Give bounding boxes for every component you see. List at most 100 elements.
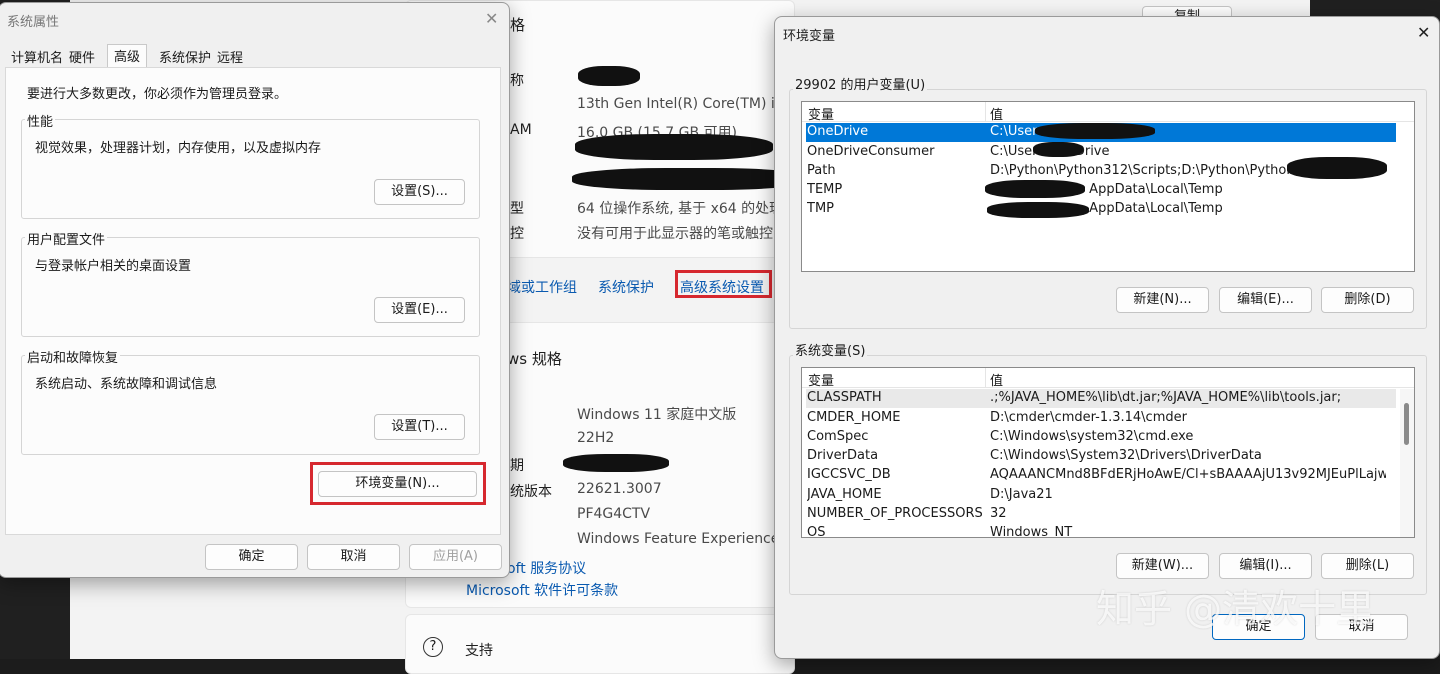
column-header-value[interactable]: 值 xyxy=(990,370,1003,389)
var-name: NUMBER_OF_PROCESSORS xyxy=(807,506,983,521)
column-separator xyxy=(985,368,986,388)
link-service-agreement[interactable]: oft 服务协议 xyxy=(507,558,586,578)
startup-recovery-desc: 系统启动、系统故障和调试信息 xyxy=(35,377,218,392)
user-profiles-desc: 与登录帐户相关的桌面设置 xyxy=(35,259,192,274)
user-var-row-temp[interactable]: TEMP AppData\Local\Temp xyxy=(806,181,1396,200)
startup-recovery-group xyxy=(21,355,480,455)
startup-recovery-settings-button[interactable]: 设置(T)... xyxy=(374,414,465,440)
var-name: DriverData xyxy=(807,448,879,463)
system-properties-window: 系统属性 ✕ 计算机名 硬件 高级 系统保护 远程 要进行大多数更改，你必须作为… xyxy=(0,2,510,578)
admin-note: 要进行大多数更改，你必须作为管理员登录。 xyxy=(27,87,288,102)
column-header-variable[interactable]: 变量 xyxy=(808,104,834,123)
var-name: IGCCSVC_DB xyxy=(807,467,891,482)
var-value: .;%JAVA_HOME%\lib\dt.jar;%JAVA_HOME%\lib… xyxy=(990,390,1342,405)
support-title: 支持 xyxy=(465,643,493,659)
sys-var-row-classpath[interactable]: CLASSPATH .;%JAVA_HOME%\lib\dt.jar;%JAVA… xyxy=(806,389,1396,408)
spec-value-processor: 13th Gen Intel(R) Core(TM) i9-13 xyxy=(577,96,807,112)
win-value-version: 22H2 xyxy=(577,430,615,446)
window-title: 环境变量 xyxy=(783,29,836,44)
spec-label-ram: AM xyxy=(510,122,532,138)
window-title: 系统属性 xyxy=(7,15,60,30)
var-name: JAVA_HOME xyxy=(807,487,882,502)
windows-specs-title: ws 规格 xyxy=(507,350,562,368)
var-name: CMDER_HOME xyxy=(807,410,901,425)
spec-value-pen-touch: 没有可用于此显示器的笔或触控 xyxy=(577,226,773,242)
system-variables-group-label: 系统变量(S) xyxy=(793,340,868,359)
system-variables-list[interactable]: 变量 值 CLASSPATH .;%JAVA_HOME%\lib\dt.jar;… xyxy=(801,367,1415,538)
var-value: D:\cmder\cmder-1.3.14\cmder xyxy=(990,410,1187,425)
sys-var-row-driverdata[interactable]: DriverData C:\Windows\System32\Drivers\D… xyxy=(806,447,1396,466)
system-delete-button[interactable]: 删除(L) xyxy=(1321,553,1414,579)
cancel-button[interactable]: 取消 xyxy=(307,544,400,570)
performance-settings-button[interactable]: 设置(S)... xyxy=(374,179,465,205)
sys-var-row-cmder-home[interactable]: CMDER_HOME D:\cmder\cmder-1.3.14\cmder xyxy=(806,409,1396,428)
highlight-advanced-settings xyxy=(675,270,772,298)
var-value: C:\Windows\System32\Drivers\DriverData xyxy=(990,448,1262,463)
redaction-mark xyxy=(572,168,808,190)
environment-variables-window: 环境变量 ✕ 29902 的用户变量(U) 变量 值 OneDrive C:\U… xyxy=(774,16,1440,659)
tab-hardware[interactable]: 硬件 xyxy=(69,47,95,66)
column-header-value[interactable]: 值 xyxy=(990,104,1003,123)
spec-value-system-type: 64 位操作系统, 基于 x64 的处理 xyxy=(577,201,784,217)
user-new-button[interactable]: 新建(N)... xyxy=(1116,287,1209,313)
var-name: OneDrive xyxy=(807,124,869,139)
tab-system-protection[interactable]: 系统保护 xyxy=(159,47,211,66)
redaction-mark xyxy=(563,454,669,472)
support-card xyxy=(405,614,795,674)
redaction-mark xyxy=(987,202,1089,218)
var-value: AQAAANCMnd8BFdERjHoAwE/Cl+sBAAAAjU13v92M… xyxy=(990,467,1386,482)
var-name: Path xyxy=(807,163,836,178)
var-name: TEMP xyxy=(807,182,843,197)
user-variables-group-label: 29902 的用户变量(U) xyxy=(793,74,928,93)
list-header: 变量 值 xyxy=(802,102,1414,123)
redaction-mark xyxy=(1033,142,1083,157)
win-value-edition: Windows 11 家庭中文版 xyxy=(577,407,737,423)
redaction-mark xyxy=(1035,123,1155,139)
win-label-os-build: 统版本 xyxy=(510,484,552,500)
column-separator xyxy=(985,102,986,122)
system-new-button[interactable]: 新建(W)... xyxy=(1116,553,1209,579)
performance-desc: 视觉效果，处理器计划，内存使用，以及虚拟内存 xyxy=(35,141,322,156)
user-profiles-settings-button[interactable]: 设置(E)... xyxy=(374,297,465,323)
system-edit-button[interactable]: 编辑(I)... xyxy=(1219,553,1312,579)
var-value: C:\Windows\system32\cmd.exe xyxy=(990,429,1194,444)
list-header: 变量 值 xyxy=(802,368,1414,389)
win-value-serial: PF4G4CTV xyxy=(577,506,651,522)
help-icon: ? xyxy=(423,637,443,657)
column-header-variable[interactable]: 变量 xyxy=(808,370,834,389)
tab-remote[interactable]: 远程 xyxy=(217,47,243,66)
spec-label-system-type: 型 xyxy=(510,201,524,217)
close-icon[interactable]: ✕ xyxy=(485,9,498,28)
sys-var-row-os[interactable]: OS Windows_NT xyxy=(806,524,1396,538)
spec-label-name: 称 xyxy=(510,73,524,89)
var-value: D:\Java21 xyxy=(990,487,1053,502)
tab-advanced[interactable]: 高级 xyxy=(107,44,148,68)
link-domain-workgroup[interactable]: 域或工作组 xyxy=(507,277,577,297)
tab-computer-name[interactable]: 计算机名 xyxy=(11,47,63,66)
var-name: TMP xyxy=(807,201,834,216)
var-name: ComSpec xyxy=(807,429,869,444)
win-label-install-date: 期 xyxy=(510,458,524,474)
sys-var-row-java-home[interactable]: JAVA_HOME D:\Java21 xyxy=(806,486,1396,505)
scrollbar-thumb[interactable] xyxy=(1404,403,1409,445)
device-specs-title: 格 xyxy=(510,16,526,34)
close-icon[interactable]: ✕ xyxy=(1417,23,1430,42)
user-delete-button[interactable]: 删除(D) xyxy=(1321,287,1414,313)
sys-var-row-number-of-processors[interactable]: NUMBER_OF_PROCESSORS 32 xyxy=(806,505,1396,524)
ok-button[interactable]: 确定 xyxy=(205,544,298,570)
watermark: 知乎 @清欢十里 xyxy=(1096,587,1375,631)
apply-button[interactable]: 应用(A) xyxy=(409,544,502,570)
link-license-terms[interactable]: Microsoft 软件许可条款 xyxy=(466,580,618,600)
link-system-protection[interactable]: 系统保护 xyxy=(598,277,654,297)
user-edit-button[interactable]: 编辑(E)... xyxy=(1219,287,1312,313)
var-value: Windows_NT xyxy=(990,525,1073,538)
spec-label-pen-touch: 控 xyxy=(510,226,524,242)
sys-var-row-igccsvc-db[interactable]: IGCCSVC_DB AQAAANCMnd8BFdERjHoAwE/Cl+sBA… xyxy=(806,466,1396,485)
var-name: OS xyxy=(807,525,826,538)
sys-var-row-comspec[interactable]: ComSpec C:\Windows\system32\cmd.exe xyxy=(806,428,1396,447)
var-name: OneDriveConsumer xyxy=(807,144,935,159)
user-profiles-group-label: 用户配置文件 xyxy=(25,229,108,248)
vertical-scrollbar[interactable] xyxy=(1400,389,1414,537)
user-var-row-tmp[interactable]: TMP AppData\Local\Temp xyxy=(806,200,1396,219)
redaction-mark xyxy=(578,66,640,86)
